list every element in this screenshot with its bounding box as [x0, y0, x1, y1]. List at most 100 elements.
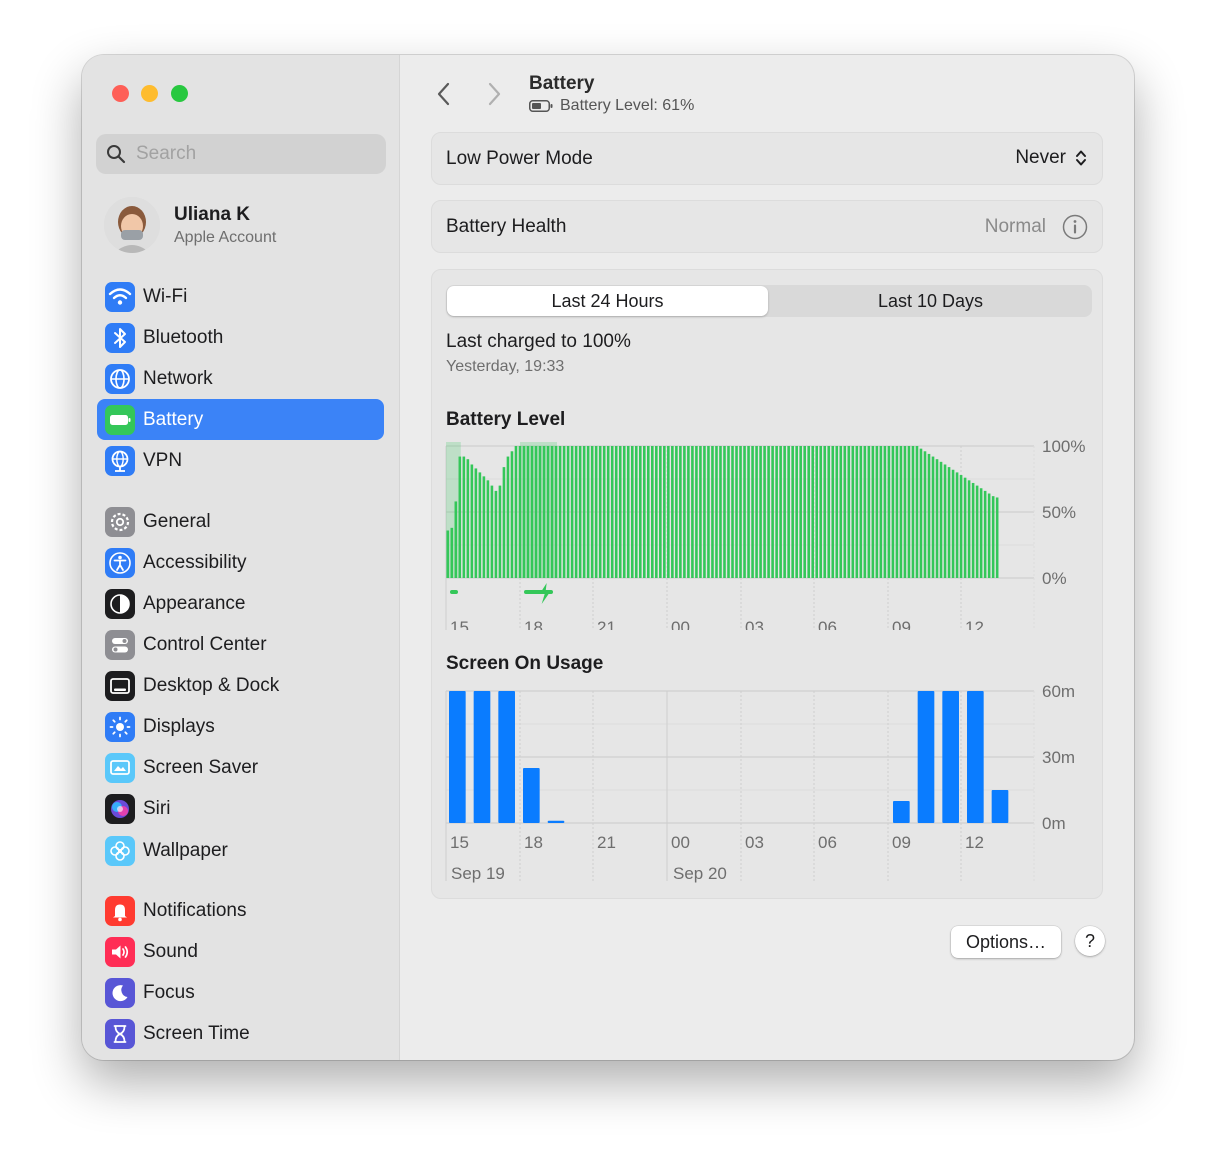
battery-level-bar: [667, 446, 670, 578]
sidebar-item-appearance[interactable]: Appearance: [97, 583, 384, 624]
sidebar-item-network[interactable]: Network: [97, 358, 384, 399]
usage-x-tick-label: 18: [524, 833, 543, 852]
battery-level-bar: [987, 493, 991, 578]
battery-level-chart-title: Battery Level: [446, 409, 566, 430]
main-pane: Battery Battery Level: 61% Low Power Mod…: [401, 55, 1134, 1060]
sidebar-item-accessibility[interactable]: Accessibility: [97, 542, 384, 583]
sidebar-item-label: Accessibility: [143, 551, 247, 573]
battery-level-bar: [875, 446, 879, 578]
sidebar-item-wallpaper[interactable]: Wallpaper: [97, 830, 384, 871]
forward-button[interactable]: [483, 81, 505, 107]
battery-level-bar: [891, 446, 895, 578]
screen-usage-bar: [967, 691, 984, 823]
options-button[interactable]: Options…: [951, 926, 1061, 958]
wifi-icon: [105, 281, 135, 312]
sidebar-item-battery[interactable]: Battery: [97, 399, 384, 440]
minimize-button[interactable]: [141, 85, 158, 102]
battery-level-bar: [939, 461, 943, 578]
battery-level-bar: [486, 480, 490, 578]
close-button[interactable]: [112, 85, 129, 102]
battery-level-bar: [751, 446, 754, 578]
battery-level-bar: [771, 446, 774, 578]
battery-level-bar: [586, 446, 590, 578]
battery-level-bar: [659, 446, 662, 578]
battery-level-chart: 15 18 21 00 03 06 09 12 100% 50% 0%: [445, 437, 1085, 630]
sidebar-item-general[interactable]: General: [97, 501, 384, 542]
sidebar-item-control-center[interactable]: Control Center: [97, 624, 384, 665]
zoom-button[interactable]: [171, 85, 188, 102]
usage-x-tick-label: 21: [597, 833, 616, 852]
sidebar-item-bluetooth[interactable]: Bluetooth: [97, 317, 384, 358]
battery-level-bar: [723, 446, 726, 578]
battery-level-bar: [887, 446, 891, 578]
battery-health-row: Battery Health Normal: [431, 200, 1103, 253]
sidebar-item-label: Focus: [143, 981, 195, 1003]
sidebar-item-sound[interactable]: Sound: [97, 931, 384, 972]
sidebar-item-wi-fi[interactable]: Wi-Fi: [97, 276, 384, 317]
search-placeholder: Search: [136, 143, 197, 164]
battery-level-bar: [494, 490, 498, 578]
usage-card: Last 24 Hours Last 10 Days Last charged …: [431, 269, 1103, 899]
sidebar-item-vpn[interactable]: VPN: [97, 440, 384, 481]
account-row[interactable]: Uliana K Apple Account: [104, 197, 384, 253]
battery-level-bar: [542, 446, 546, 578]
battery-level-bar: [967, 480, 971, 578]
battery-y-tick-label: 50%: [1042, 503, 1076, 522]
battery-level-bar: [855, 446, 859, 578]
battery-level-bar: [630, 446, 634, 578]
control-center-icon: [105, 629, 135, 660]
usage-y-tick-label: 60m: [1042, 682, 1075, 701]
account-name: Uliana K: [174, 203, 251, 225]
battery-level-bar: [919, 448, 923, 578]
battery-level-bar: [715, 446, 718, 578]
battery-level-bar: [903, 446, 907, 578]
battery-level-bar: [647, 446, 650, 578]
sidebar-item-displays[interactable]: Displays: [97, 706, 384, 747]
battery-level-status: Battery Level: 61%: [529, 97, 694, 115]
page-title: Battery: [529, 73, 595, 94]
battery-level-bar: [634, 446, 638, 578]
low-power-mode-select[interactable]: Never: [1015, 147, 1088, 169]
battery-level-bar: [911, 446, 915, 578]
battery-level-bar: [526, 446, 530, 578]
battery-x-tick-label: 21: [597, 618, 616, 630]
screen-usage-bar: [991, 790, 1009, 823]
search-field[interactable]: Search: [96, 134, 386, 174]
sidebar-item-label: Siri: [143, 797, 171, 819]
back-button[interactable]: [433, 81, 455, 107]
battery-level-bar: [951, 469, 955, 578]
battery-health-info-button[interactable]: [1062, 214, 1088, 245]
usage-x-tick-label: 06: [818, 833, 837, 852]
screen-usage-bar: [917, 691, 935, 823]
low-power-mode-label: Low Power Mode: [446, 148, 593, 169]
battery-level-bar: [530, 446, 534, 578]
help-button[interactable]: ?: [1075, 926, 1105, 956]
battery-level-bar: [470, 464, 474, 578]
battery-level-bar: [598, 446, 602, 578]
battery-level-bar: [534, 446, 538, 578]
battery-level-bar: [550, 446, 554, 578]
battery-level-bar: [927, 453, 931, 578]
screen-usage-chart-title: Screen On Usage: [446, 653, 604, 674]
sidebar-item-screen-time[interactable]: Screen Time: [97, 1013, 384, 1054]
sidebar-item-notifications[interactable]: Notifications: [97, 890, 384, 931]
screen-usage-bar: [449, 691, 466, 823]
tab-last-10-days[interactable]: Last 10 Days: [769, 285, 1092, 317]
appearance-icon: [105, 588, 135, 619]
battery-health-value: Normal: [984, 216, 1046, 237]
battery-level-bar: [975, 485, 979, 578]
battery-y-tick-label: 0%: [1042, 569, 1067, 588]
battery-level-bar: [827, 446, 831, 578]
tab-last-24-hours[interactable]: Last 24 Hours: [447, 286, 768, 316]
chevron-left-icon: [437, 82, 450, 106]
sidebar-item-screen-saver[interactable]: Screen Saver: [97, 747, 384, 788]
sidebar-item-label: Notifications: [143, 899, 247, 921]
battery-level-bar: [687, 446, 690, 578]
sidebar-item-siri[interactable]: Siri: [97, 788, 384, 829]
battery-x-tick-label: 03: [745, 618, 764, 630]
sidebar-item-desktop-dock[interactable]: Desktop & Dock: [97, 665, 384, 706]
usage-x-tick-label: 03: [745, 833, 764, 852]
sidebar-item-focus[interactable]: Focus: [97, 972, 384, 1013]
siri-icon: [105, 793, 135, 824]
battery-level-bar: [594, 446, 598, 578]
